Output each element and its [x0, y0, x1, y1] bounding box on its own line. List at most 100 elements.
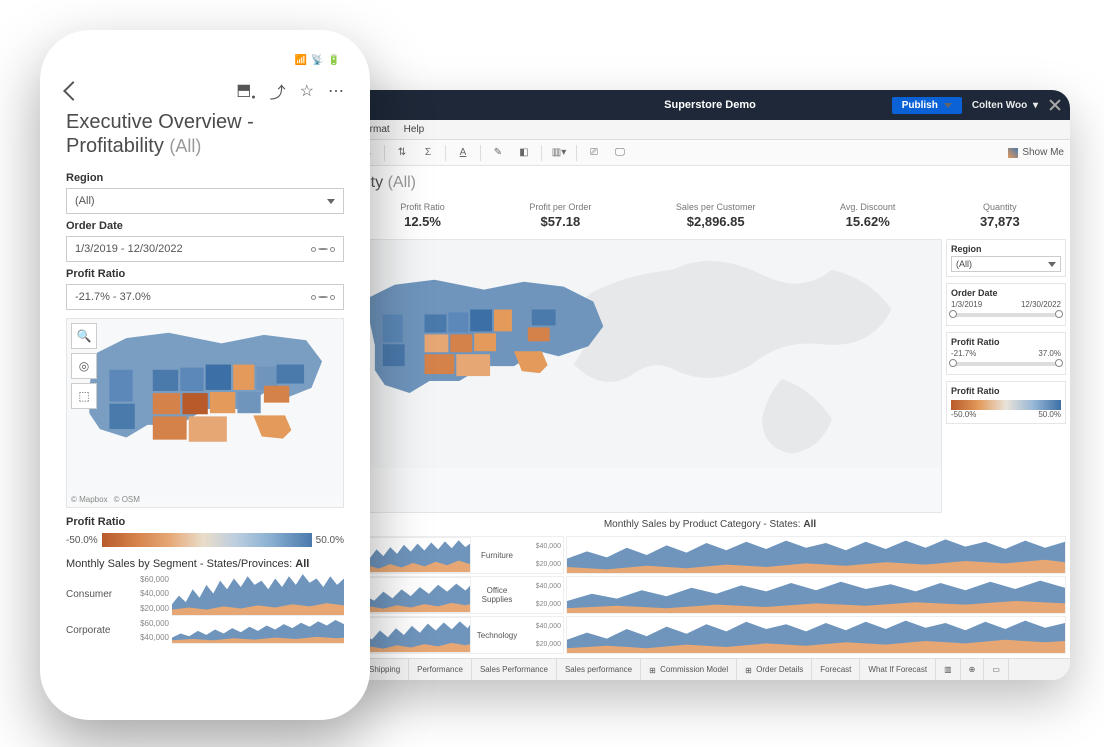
map-attrib-osm: © OSM	[114, 495, 140, 504]
tab-label: Sales Performance	[480, 665, 548, 674]
toolbar: ⎌ ⇅ Σ A ✎ ◧ ▥▾ ⎚ 🖵 Show Me	[350, 140, 1070, 166]
toolbar-btn-8[interactable]: 🖵	[609, 143, 631, 163]
tab-sales-performance-2[interactable]: Sales performance	[557, 659, 641, 680]
filter-profit-ratio: Profit Ratio -21.7% 37.0%	[946, 332, 1066, 375]
menu-help[interactable]: Help	[404, 124, 425, 135]
publish-button[interactable]: Publish	[892, 97, 962, 114]
ylabel: $40,000	[523, 543, 561, 550]
chart-row-left-furniture: Furniture $40,000 $20,000	[354, 536, 564, 574]
segment-title: Monthly Sales by Segment - States/Provin…	[50, 558, 360, 570]
chevron-down-icon	[944, 103, 952, 108]
ph-profitratio-range[interactable]: -21.7% - 37.0%	[66, 284, 344, 310]
row-label-furniture: Furniture	[471, 537, 523, 573]
filter-region: Region (All)	[946, 239, 1066, 277]
ylabel: $20,000	[130, 604, 169, 613]
slider-knob-end[interactable]	[1055, 310, 1063, 318]
publish-label: Publish	[902, 100, 938, 111]
ph-region-value: (All)	[75, 195, 95, 207]
row-label-tech: Technology	[471, 617, 523, 653]
monthly-charts: Furniture $40,000 $20,000 Office Supplie…	[350, 536, 1070, 658]
toolbar-btn-6[interactable]: ▥▾	[548, 143, 570, 163]
legend-max: 50.0%	[316, 535, 344, 546]
spark-furniture-right	[566, 536, 1066, 574]
ph-profitratio-value: -21.7% - 37.0%	[75, 291, 151, 303]
segment-charts: Consumer $60,000 $40,000 $20,000 Corpora…	[50, 570, 360, 644]
profitratio-slider[interactable]	[951, 362, 1061, 366]
toolbar-btn-5[interactable]: ◧	[513, 143, 535, 163]
wifi-icon: 📡	[311, 55, 323, 66]
show-me-button[interactable]: Show Me	[1008, 147, 1064, 158]
slider-knob-start[interactable]	[949, 310, 957, 318]
profitratio-max: 37.0%	[1038, 349, 1061, 358]
title-all: (All)	[169, 136, 201, 156]
toolbar-sep	[384, 145, 385, 161]
kpi-value: 15.62%	[840, 214, 895, 229]
ylabel: $40,000	[130, 633, 169, 642]
user-menu[interactable]: Colten Woo ▾	[972, 100, 1038, 111]
chart-row-left-office: Office Supplies $40,000 $20,000	[354, 576, 564, 614]
share-icon[interactable]: ⤴	[270, 79, 286, 103]
legend-title: Profit Ratio	[66, 516, 344, 528]
toolbar-btn-4[interactable]: ✎	[487, 143, 509, 163]
toolbar-sep	[541, 145, 542, 161]
back-icon[interactable]	[63, 81, 83, 101]
more-icon[interactable]: ⋯	[328, 81, 344, 101]
slider-knob-end[interactable]	[1055, 359, 1063, 367]
ylabel: $60,000	[130, 619, 169, 628]
select-box-icon[interactable]: ⬚	[71, 383, 97, 409]
ylabel: $20,000	[523, 561, 561, 568]
map-attrib-mapbox: © Mapbox	[71, 495, 108, 504]
zoom-search-icon[interactable]: 🔍	[71, 323, 97, 349]
sheet-tabs: ⊞Shipping Performance Sales Performance …	[350, 658, 1070, 680]
filter-order-date: Order Date 1/3/2019 12/30/2022	[946, 283, 1066, 326]
kpi-value: $2,896.85	[676, 214, 756, 229]
segment-spark	[172, 572, 344, 616]
tab-what-if[interactable]: What If Forecast	[860, 659, 936, 680]
toolbar-btn-3[interactable]: Σ	[417, 143, 439, 163]
profitratio-min: -21.7%	[951, 349, 976, 358]
ylabel: $40,000	[523, 583, 561, 590]
toolbar-underline[interactable]: A	[452, 143, 474, 163]
user-name: Colten Woo	[972, 100, 1027, 111]
ph-orderdate-value: 1/3/2019 - 12/30/2022	[75, 243, 183, 255]
close-icon[interactable]	[1048, 98, 1062, 112]
ylabel: $40,000	[523, 623, 561, 630]
orderdate-slider[interactable]	[951, 313, 1061, 317]
phone-map-svg	[67, 319, 343, 494]
new-dashboard-icon: ⊕	[969, 665, 976, 674]
slider-knob-start[interactable]	[949, 359, 957, 367]
ph-region-select[interactable]: (All)	[66, 188, 344, 214]
tab-commission[interactable]: ⊞Commission Model	[641, 659, 737, 680]
title-line1: Executive Overview -	[66, 111, 254, 133]
star-icon[interactable]: ☆	[300, 81, 314, 101]
tab-sales-performance-1[interactable]: Sales Performance	[472, 659, 557, 680]
toolbar-sep	[576, 145, 577, 161]
title-line2: Profitability	[66, 135, 164, 157]
tab-new-story[interactable]: ▭	[984, 659, 1009, 680]
tab-order-details[interactable]: ⊞Order Details	[737, 659, 812, 680]
phone-map[interactable]: 🔍 ◎ ⬚	[66, 318, 344, 508]
locate-icon[interactable]: ◎	[71, 353, 97, 379]
kpi-label: Profit per Order	[529, 202, 591, 212]
region-value: (All)	[956, 259, 972, 269]
spark-furniture-left	[355, 537, 471, 573]
map-chart[interactable]	[354, 239, 942, 513]
tab-label: Shipping	[369, 665, 400, 674]
range-handle-icon	[311, 295, 335, 300]
tab-forecast[interactable]: Forecast	[812, 659, 860, 680]
segment-name: Corporate	[66, 625, 130, 636]
ph-orderdate-range[interactable]: 1/3/2019 - 12/30/2022	[66, 236, 344, 262]
region-select[interactable]: (All)	[951, 256, 1061, 272]
toolbar-btn-2[interactable]: ⇅	[391, 143, 413, 163]
legend-min: -50.0%	[951, 410, 976, 419]
toolbar-btn-7[interactable]: ⎚	[583, 143, 605, 163]
tab-label: Sales performance	[565, 665, 632, 674]
segment-row-corporate: Corporate $60,000 $40,000	[66, 616, 344, 644]
tab-new-dashboard[interactable]: ⊕	[961, 659, 985, 680]
filter-label: Order Date	[951, 288, 1061, 298]
tab-new-sheet[interactable]: ▥	[936, 659, 961, 680]
tab-performance[interactable]: Performance	[409, 659, 472, 680]
ylabel: $20,000	[523, 601, 561, 608]
download-offline-icon[interactable]: ⬒●	[236, 80, 255, 101]
orderdate-start: 1/3/2019	[951, 300, 982, 309]
